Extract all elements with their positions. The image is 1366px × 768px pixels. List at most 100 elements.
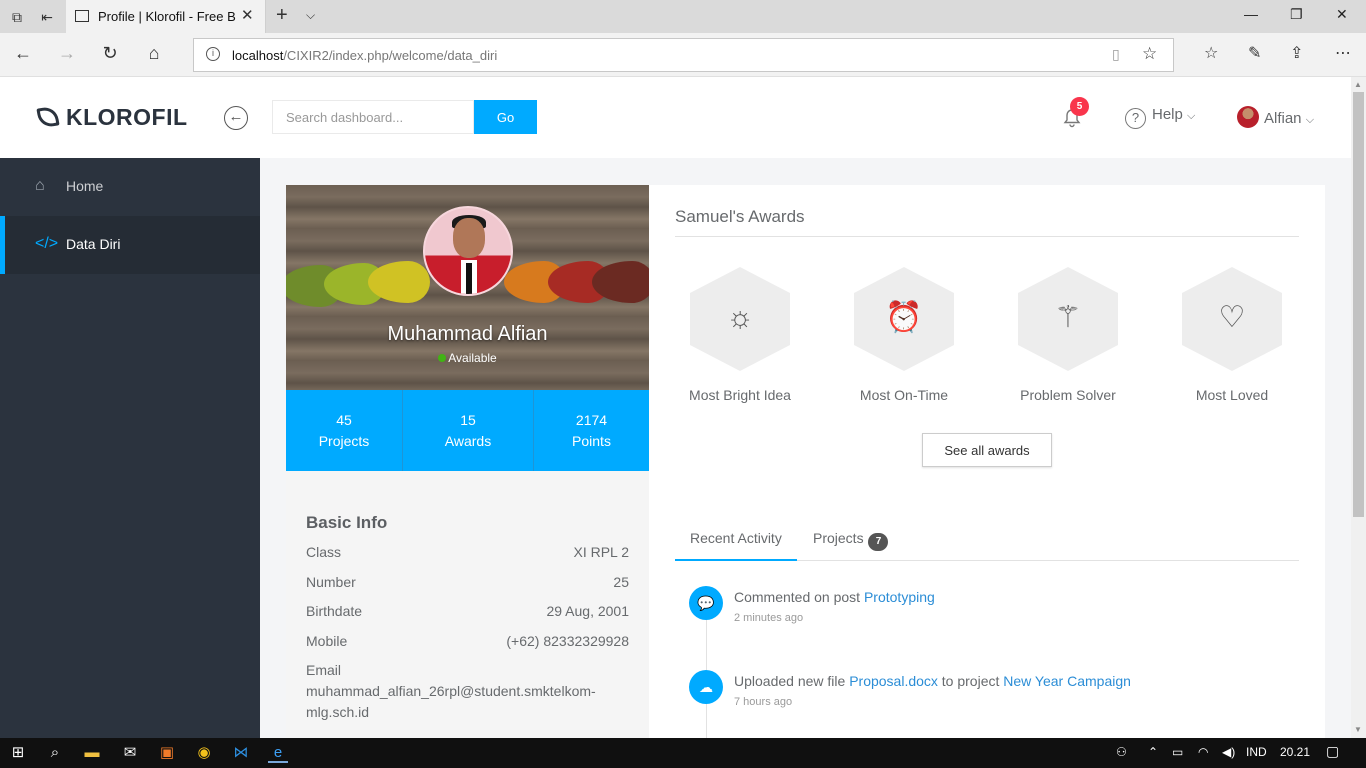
awards-title: Samuel's Awards (675, 207, 805, 226)
wifi-icon[interactable]: ◠ (1198, 745, 1208, 759)
sidebar-toggle-icon[interactable]: ← (224, 106, 248, 130)
scroll-thumb[interactable] (1353, 92, 1364, 517)
windows-taskbar: ⊞ ⌕ ▬ ✉ ▣ ◉ ⋈ e ⚇ ⌃ ▭ ◠ ◀) IND 20.21 ▢ (0, 738, 1366, 768)
stat-awards: 15 Awards (402, 390, 533, 471)
file-explorer-icon[interactable]: ▬ (82, 743, 102, 763)
tab-set-aside-icon[interactable]: ⧉ (7, 7, 27, 27)
edge-icon[interactable]: e (268, 743, 288, 763)
profile-name: Muhammad Alfian (387, 323, 548, 345)
refresh-icon[interactable]: ↻ (98, 43, 122, 64)
profile-photo (423, 206, 513, 296)
back-icon[interactable]: ← (11, 43, 35, 64)
tab-recent-activity[interactable]: Recent Activity (690, 530, 782, 546)
more-icon[interactable]: ⋯ (1335, 43, 1351, 63)
activity-tabs: Recent Activity Projects 7 (675, 522, 1299, 561)
close-window-icon[interactable]: ✕ (1336, 6, 1348, 23)
code-icon: </> (35, 235, 59, 252)
chevron-up-icon[interactable]: ⌃ (1148, 745, 1158, 759)
language-indicator[interactable]: IND (1246, 745, 1267, 759)
question-icon: ? (1125, 108, 1146, 129)
info-icon[interactable]: i (206, 47, 220, 61)
status-badge: Available (286, 351, 649, 365)
mobile-value: (+62) 82332329928 (506, 633, 629, 649)
scroll-down-icon[interactable]: ▼ (1354, 725, 1362, 734)
page-scrollbar[interactable]: ▲ ▼ (1351, 77, 1366, 738)
favorites-icon[interactable]: ☆ (1204, 43, 1218, 63)
post-link[interactable]: Prototyping (864, 589, 935, 605)
projects-count-badge: 7 (868, 533, 889, 551)
help-menu[interactable]: ? Help ⌵ (1125, 106, 1195, 129)
email-value-line1: muhammad_alfian_26rpl@student.smktelkom- (306, 683, 596, 699)
vscode-icon[interactable]: ⋈ (231, 743, 251, 763)
basic-info: Basic Info Class XI RPL 2 Number 25 Birt… (286, 471, 649, 745)
tab-title: Profile | Klorofil - Free B (98, 9, 236, 24)
user-menu[interactable]: Alfian ⌵ (1237, 106, 1314, 128)
volume-icon[interactable]: ◀) (1222, 745, 1235, 759)
address-toolbar: ← → ↻ ⌂ i localhost/CIXIR2/index.php/wel… (0, 33, 1366, 77)
notification-badge: 5 (1070, 97, 1089, 116)
pen-icon[interactable]: ✎ (1248, 43, 1261, 63)
address-bar[interactable]: i localhost/CIXIR2/index.php/welcome/dat… (193, 38, 1174, 72)
class-label: Class (306, 544, 342, 560)
upload-cloud-icon: ☁ (689, 670, 723, 704)
active-tab-indicator (675, 559, 797, 561)
battery-icon[interactable]: ▭ (1172, 745, 1183, 759)
browser-tab[interactable]: Profile | Klorofil - Free B ✕ (66, 0, 266, 33)
sidebar-item-label: Data Diri (66, 236, 121, 252)
brand-logo[interactable]: KLOROFIL (36, 104, 188, 131)
leaf-icon (36, 105, 60, 129)
search-icon[interactable]: ⌕ (45, 743, 65, 763)
magic-wand-icon: ⚚ (1054, 301, 1082, 334)
new-tab-icon[interactable]: + (276, 4, 288, 27)
divider (675, 236, 1299, 237)
sun-icon: ☼ (726, 301, 754, 334)
award-most-loved: ♡ Most Loved (1177, 267, 1287, 403)
clock[interactable]: 20.21 (1280, 745, 1310, 759)
people-icon[interactable]: ⚇ (1116, 745, 1127, 759)
minimize-icon[interactable]: — (1244, 6, 1258, 22)
birthdate-value: 29 Aug, 2001 (546, 603, 629, 619)
notifications-icon[interactable]: ▢ (1326, 743, 1339, 760)
see-all-awards-button[interactable]: See all awards (922, 433, 1052, 467)
email-label: Email (306, 662, 342, 678)
close-tab-icon[interactable]: ✕ (241, 6, 254, 24)
home-icon[interactable]: ⌂ (142, 43, 166, 64)
class-value: XI RPL 2 (573, 544, 629, 560)
share-icon[interactable]: ⇪ (1290, 43, 1303, 63)
avatar (1237, 106, 1259, 128)
sidebar-item-home[interactable]: ⌂ Home (0, 158, 260, 216)
award-most-on-time: ⏰ Most On-Time (849, 267, 959, 403)
stat-points: 2174 Points (533, 390, 649, 471)
file-link[interactable]: Proposal.docx (849, 673, 938, 689)
chevron-down-icon: ⌵ (1187, 110, 1196, 122)
award-problem-solver: ⚚ Problem Solver (1013, 267, 1123, 403)
basic-info-heading: Basic Info (306, 513, 388, 532)
status-dot-icon (438, 354, 447, 362)
chrome-icon[interactable]: ◉ (194, 743, 214, 763)
notification-bell-icon[interactable]: 5 (1062, 97, 1089, 128)
url-text[interactable]: localhost/CIXIR2/index.php/welcome/data_… (232, 48, 497, 63)
forward-icon[interactable]: → (55, 43, 79, 64)
tab-projects[interactable]: Projects 7 (813, 530, 889, 551)
activity-time: 2 minutes ago (734, 612, 804, 624)
tab-back-icon[interactable]: ⇤ (37, 7, 57, 27)
mail-icon[interactable]: ✉ (120, 743, 140, 763)
xampp-icon[interactable]: ▣ (157, 743, 177, 763)
search-go-button[interactable]: Go (474, 100, 537, 134)
project-link[interactable]: New Year Campaign (1003, 673, 1131, 689)
sidebar-item-data-diri[interactable]: </> Data Diri (0, 216, 260, 274)
number-label: Number (306, 574, 356, 590)
email-value-line2: mlg.sch.id (306, 704, 370, 720)
windows-start-icon[interactable]: ⊞ (8, 743, 28, 763)
sidebar-item-label: Home (66, 178, 104, 194)
reading-view-icon[interactable]: ▯ (1112, 46, 1120, 63)
award-most-bright-idea: ☼ Most Bright Idea (685, 267, 795, 403)
scroll-up-icon[interactable]: ▲ (1354, 80, 1362, 89)
number-value: 25 (613, 574, 629, 590)
favorite-star-icon[interactable]: ☆ (1142, 44, 1157, 64)
comment-icon: 💬 (689, 586, 723, 620)
search-input[interactable] (272, 100, 474, 134)
chevron-down-icon: ⌵ (1305, 114, 1315, 126)
maximize-icon[interactable]: ❐ (1290, 6, 1303, 23)
chevron-down-icon[interactable]: ⌵ (306, 8, 315, 23)
